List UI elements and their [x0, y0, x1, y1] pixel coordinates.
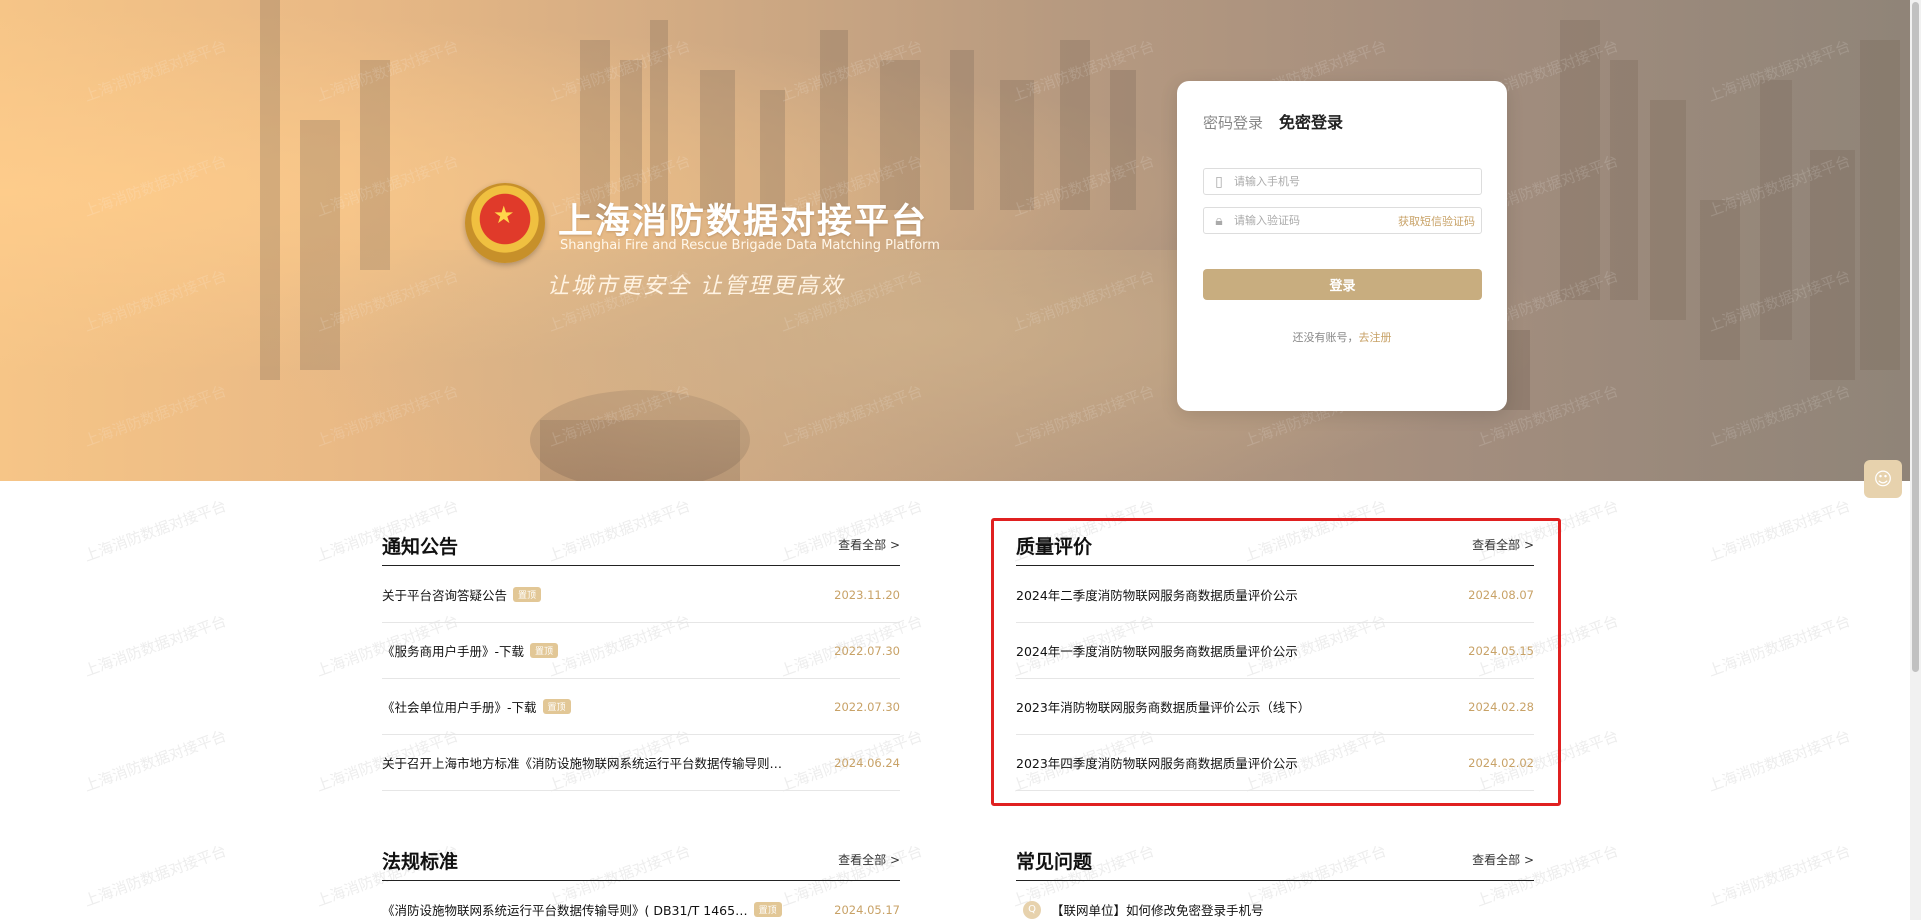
brand-title: 上海消防数据对接平台: [558, 202, 929, 242]
list-item-title: 《服务商用户手册》-下载: [382, 644, 525, 659]
lock-icon: 🔒︎: [1215, 212, 1223, 229]
phone-input[interactable]: [1234, 175, 1481, 188]
register-link[interactable]: 去注册: [1359, 331, 1392, 344]
brand-slogan: 让城市更安全 让管理更高效: [547, 274, 844, 299]
list-item-title: 关于平台咨询答疑公告: [382, 588, 508, 603]
list-item-date: 2024.02.28: [1468, 699, 1534, 714]
brand-subtitle-en: Shanghai Fire and Rescue Brigade Data Ma…: [560, 238, 940, 253]
watermark-text: 上海消防数据对接平台: [81, 726, 229, 796]
list-item-title: 2023年四季度消防物联网服务商数据质量评价公示: [1016, 756, 1298, 771]
page-scrollbar[interactable]: [1910, 0, 1921, 920]
list-item-title: 《消防设施物联网系统运行平台数据传输导则》( DB31/T 1465…: [382, 903, 748, 918]
quality-view-all-link[interactable]: 查看全部 >: [1472, 536, 1534, 553]
faq-title: 常见问题: [1016, 851, 1093, 873]
notices-header: 通知公告 查看全部 >: [382, 526, 900, 566]
list-item[interactable]: 《社会单位用户手册》-下载 置顶 2022.07.30: [382, 679, 900, 735]
customer-service-icon[interactable]: ☺: [1864, 460, 1902, 498]
watermark-text: 上海消防数据对接平台: [1705, 841, 1853, 911]
pinned-badge: 置顶: [753, 902, 782, 917]
list-item-title: 《社会单位用户手册》-下载: [382, 700, 537, 715]
regulations-title: 法规标准: [382, 851, 459, 873]
list-item[interactable]: 《服务商用户手册》-下载 置顶 2022.07.30: [382, 623, 900, 679]
list-item[interactable]: Q 【联网单位】如何修改免密登录手机号: [1016, 882, 1534, 920]
watermark-text: 上海消防数据对接平台: [1705, 496, 1853, 566]
list-item-date: 2022.07.30: [834, 643, 900, 658]
list-item[interactable]: 2023年消防物联网服务商数据质量评价公示（线下） 2024.02.28: [1016, 679, 1534, 735]
fire-emblem-icon: ★: [465, 183, 545, 263]
quality-title: 质量评价: [1016, 536, 1093, 558]
pinned-badge: 置顶: [542, 699, 571, 714]
list-item-title: 2024年二季度消防物联网服务商数据质量评价公示: [1016, 588, 1298, 603]
watermark-text: 上海消防数据对接平台: [1705, 611, 1853, 681]
watermark-text: 上海消防数据对接平台: [81, 841, 229, 911]
question-icon: Q: [1023, 900, 1041, 919]
list-item-date: 2024.05.15: [1468, 643, 1534, 658]
hero-banner: [0, 0, 1921, 481]
watermark-text: 上海消防数据对接平台: [81, 496, 229, 566]
list-item-date: 2024.08.07: [1468, 587, 1534, 602]
list-item-title: 【联网单位】如何修改免密登录手机号: [1051, 903, 1264, 918]
quality-header: 质量评价 查看全部 >: [1016, 526, 1534, 566]
phone-icon: ▯: [1215, 173, 1223, 190]
list-item-title: 关于召开上海市地方标准《消防设施物联网系统运行平台数据传输导则…: [382, 756, 783, 771]
login-button[interactable]: 登录: [1203, 269, 1482, 300]
code-field: 🔒︎ 获取短信验证码: [1203, 207, 1482, 234]
pinned-badge: 置顶: [513, 587, 542, 602]
list-item[interactable]: 关于召开上海市地方标准《消防设施物联网系统运行平台数据传输导则… 2024.06…: [382, 735, 900, 791]
faq-header: 常见问题 查看全部 >: [1016, 841, 1534, 881]
list-item-date: 2024.05.17: [834, 902, 900, 917]
notices-view-all-link[interactable]: 查看全部 >: [838, 536, 900, 553]
list-item-title: 2023年消防物联网服务商数据质量评价公示（线下）: [1016, 700, 1311, 715]
regulations-header: 法规标准 查看全部 >: [382, 841, 900, 881]
code-input[interactable]: [1234, 214, 1398, 227]
list-item[interactable]: 2024年一季度消防物联网服务商数据质量评价公示 2024.05.15: [1016, 623, 1534, 679]
register-prompt: 还没有账号，去注册: [1177, 329, 1507, 345]
list-item[interactable]: 2024年二季度消防物联网服务商数据质量评价公示 2024.08.07: [1016, 567, 1534, 623]
list-item[interactable]: 《消防设施物联网系统运行平台数据传输导则》( DB31/T 1465… 置顶 20…: [382, 882, 900, 920]
watermark-text: 上海消防数据对接平台: [81, 611, 229, 681]
list-item[interactable]: 2023年四季度消防物联网服务商数据质量评价公示 2024.02.02: [1016, 735, 1534, 791]
list-item-date: 2024.06.24: [834, 755, 900, 770]
phone-field: ▯: [1203, 168, 1482, 195]
list-item-date: 2024.02.02: [1468, 755, 1534, 770]
pinned-badge: 置顶: [530, 643, 559, 658]
regulations-view-all-link[interactable]: 查看全部 >: [838, 851, 900, 868]
get-sms-code-link[interactable]: 获取短信验证码: [1398, 213, 1475, 229]
list-item-title: 2024年一季度消防物联网服务商数据质量评价公示: [1016, 644, 1298, 659]
list-item[interactable]: 关于平台咨询答疑公告 置顶 2023.11.20: [382, 567, 900, 623]
scrollbar-thumb[interactable]: [1912, 2, 1919, 672]
tab-password-login[interactable]: 密码登录: [1203, 112, 1263, 133]
brand-block: ★ 上海消防数据对接平台 Shanghai Fire and Rescue Br…: [465, 183, 940, 303]
list-item-date: 2023.11.20: [834, 587, 900, 602]
tab-passwordless-login[interactable]: 免密登录: [1279, 109, 1343, 133]
list-item-date: 2022.07.30: [834, 699, 900, 714]
register-prompt-text: 还没有账号，: [1292, 331, 1359, 344]
login-card: 密码登录 免密登录 ▯ 🔒︎ 获取短信验证码 登录 还没有账号，去注册: [1177, 81, 1507, 411]
watermark-text: 上海消防数据对接平台: [1705, 726, 1853, 796]
faq-view-all-link[interactable]: 查看全部 >: [1472, 851, 1534, 868]
notices-title: 通知公告: [382, 536, 459, 558]
login-tabs: 密码登录 免密登录: [1203, 109, 1343, 133]
